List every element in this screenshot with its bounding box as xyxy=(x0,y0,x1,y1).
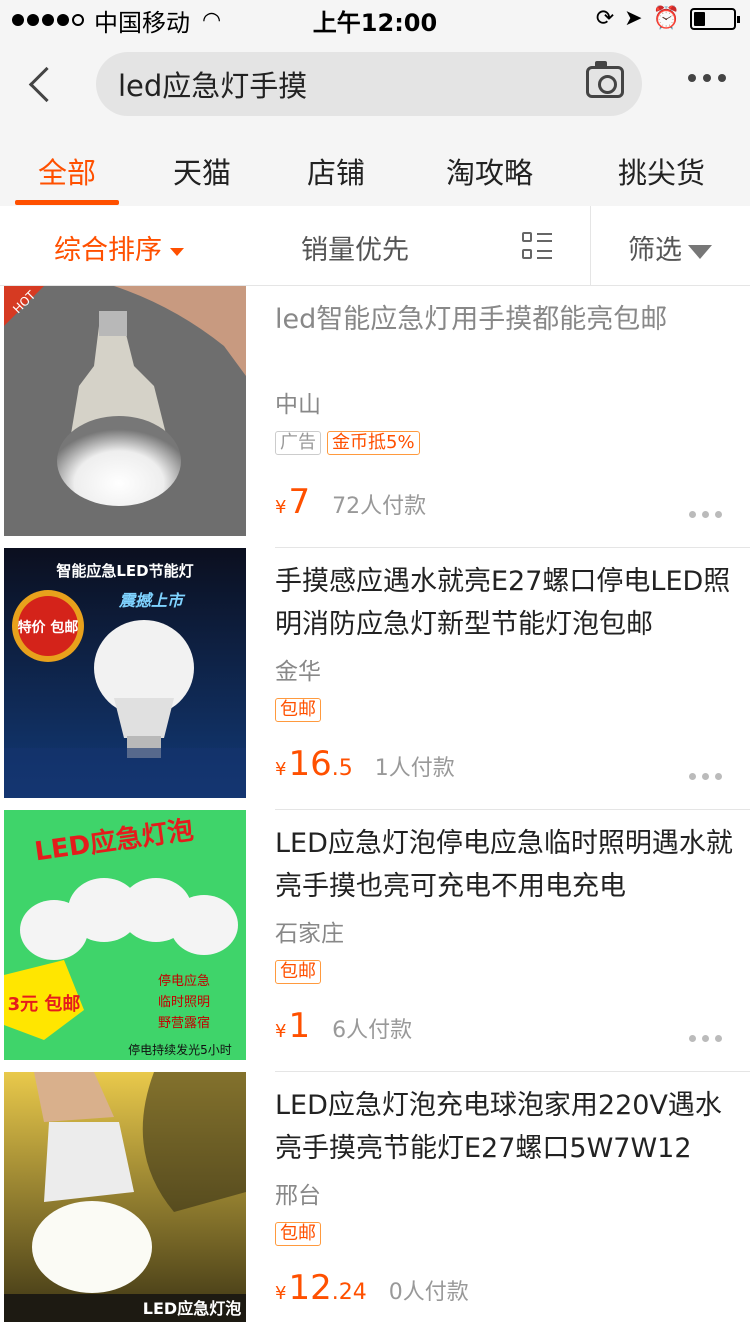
ad-tag: 广告 xyxy=(275,431,321,455)
product-title[interactable]: LED应急灯泡停电应急临时照明遇水就亮手摸也亮可充电不用电充电 xyxy=(275,822,735,908)
rotation-lock-icon: ⟳ xyxy=(595,6,615,31)
filter-icon xyxy=(688,244,712,259)
currency-symbol: ¥ xyxy=(275,1283,287,1304)
sales-count: 72人付款 xyxy=(332,494,427,519)
product-location: 石家庄 xyxy=(275,921,344,947)
wifi-icon: ◠ xyxy=(202,7,222,33)
sort-bar: 综合排序 销量优先 筛选 xyxy=(0,206,750,286)
product-image[interactable]: 智能应急LED节能灯 震撼上市 特价 包邮 xyxy=(4,548,246,798)
thumb-line: 临时照明 xyxy=(158,995,210,1010)
product-card[interactable]: 智能应急LED节能灯 震撼上市 特价 包邮 手摸感应遇水就亮E27螺口停电LED… xyxy=(0,548,750,810)
list-view-icon[interactable] xyxy=(522,232,552,262)
currency-symbol: ¥ xyxy=(275,1021,287,1042)
product-title[interactable]: LED应急灯泡充电球泡家用220V遇水亮手摸亮节能灯E27螺口5W7W12 xyxy=(275,1084,735,1170)
product-price: 12.24 xyxy=(288,1268,367,1308)
status-bar: 中国移动 ◠ 上午12:00 ⟳ ➤ ⏰ xyxy=(0,0,750,40)
product-price: 1 xyxy=(288,1006,311,1046)
currency-symbol: ¥ xyxy=(275,759,287,780)
carrier-name: 中国移动 xyxy=(94,8,190,37)
free-shipping-tag: 包邮 xyxy=(275,960,321,984)
signal-icon xyxy=(12,14,84,26)
free-shipping-tag: 包邮 xyxy=(275,1222,321,1246)
tab-tmall[interactable]: 天猫 xyxy=(173,150,231,192)
product-image[interactable]: LED应急灯泡 xyxy=(4,1072,246,1322)
thumb-badge: 特价 包邮 xyxy=(18,619,79,636)
more-actions-icon[interactable] xyxy=(689,1035,722,1042)
camera-icon[interactable] xyxy=(586,61,624,98)
thumb-footer: 停电持续发光5小时 xyxy=(128,1042,232,1057)
thumb-subtitle: 震撼上市 xyxy=(118,591,186,610)
back-button[interactable] xyxy=(22,62,62,108)
active-tab-indicator xyxy=(15,200,119,205)
product-location: 邢台 xyxy=(275,1183,321,1209)
caret-down-icon xyxy=(170,247,184,256)
watermark: ✦ 财经小目标 xyxy=(611,1287,728,1312)
sales-count: 0人付款 xyxy=(388,1280,469,1305)
product-card[interactable]: LED应急灯泡 3元 包邮 停电应急 临时照明 野营露宿 停电持续发光5小时 L… xyxy=(0,810,750,1072)
currency-symbol: ¥ xyxy=(275,497,287,518)
thumb-line: 野营露宿 xyxy=(158,1015,210,1031)
more-actions-icon[interactable] xyxy=(689,773,722,780)
sales-count: 1人付款 xyxy=(374,756,455,781)
tab-all[interactable]: 全部 xyxy=(38,150,96,192)
search-header: led应急灯手摸 xyxy=(0,40,750,130)
divider xyxy=(590,206,591,286)
tab-shops[interactable]: 店铺 xyxy=(307,150,365,192)
thumb-line: 停电应急 xyxy=(158,973,210,989)
sales-count: 6人付款 xyxy=(332,1018,413,1043)
product-card[interactable]: HOT led智能应急灯用手摸都能亮包邮 中山 广告 金币抵5% ¥ 7 72人… xyxy=(0,286,750,548)
tab-picks[interactable]: 挑尖货 xyxy=(618,150,705,192)
product-location: 金华 xyxy=(275,659,321,685)
free-shipping-tag: 包邮 xyxy=(275,698,321,722)
more-actions-icon[interactable] xyxy=(689,511,722,518)
sort-sales-button[interactable]: 销量优先 xyxy=(301,228,409,267)
search-query: led应急灯手摸 xyxy=(118,69,308,103)
sort-composite-button[interactable]: 综合排序 xyxy=(54,228,184,267)
filter-button[interactable]: 筛选 xyxy=(628,228,712,267)
product-image[interactable]: HOT xyxy=(4,286,246,536)
more-options-button[interactable] xyxy=(688,74,726,82)
product-title[interactable]: led智能应急灯用手摸都能亮包邮 xyxy=(275,298,735,341)
product-price: 7 xyxy=(288,482,311,522)
product-title[interactable]: 手摸感应遇水就亮E27螺口停电LED照明消防应急灯新型节能灯泡包邮 xyxy=(275,560,735,646)
search-input[interactable]: led应急灯手摸 xyxy=(96,52,642,116)
battery-icon xyxy=(690,7,740,30)
product-image[interactable]: LED应急灯泡 3元 包邮 停电应急 临时照明 野营露宿 停电持续发光5小时 xyxy=(4,810,246,1060)
category-tabs: 全部 天猫 店铺 淘攻略 挑尖货 xyxy=(0,130,750,206)
product-location: 中山 xyxy=(275,392,321,418)
thumb-badge: 3元 包邮 xyxy=(8,993,81,1015)
product-price: 16.5 xyxy=(288,744,353,784)
wechat-icon: ✦ xyxy=(611,1287,627,1310)
thumb-headline: 智能应急LED节能灯 xyxy=(56,562,193,580)
location-icon: ➤ xyxy=(624,6,643,31)
tab-guides[interactable]: 淘攻略 xyxy=(446,150,533,192)
coin-discount-tag: 金币抵5% xyxy=(327,431,420,455)
alarm-icon: ⏰ xyxy=(652,6,680,31)
thumb-headline: LED应急灯泡 xyxy=(143,1299,241,1318)
